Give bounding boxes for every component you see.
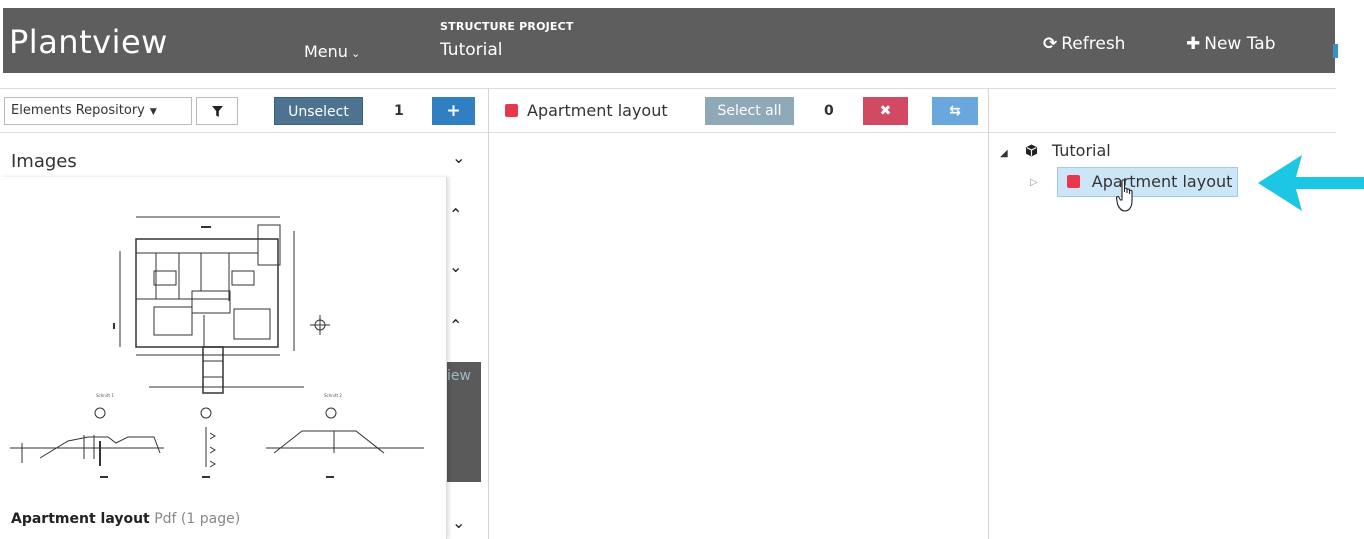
chevron-down-icon: ⌄ <box>350 47 361 60</box>
toolbar-divider <box>988 89 989 134</box>
toolbar: Elements Repository ▼ Unselect 1 + Apartm… <box>0 88 1336 134</box>
plus-icon: ✚ <box>1186 34 1201 54</box>
image-preview-card[interactable]: Schnitt 1 Schnitt 2 Apartment layout Pdf… <box>0 177 447 539</box>
color-swatch-icon <box>1066 175 1080 188</box>
project-name: Tutorial <box>440 40 503 60</box>
swap-icon: ⇆ <box>949 103 961 119</box>
tree-item-selected[interactable]: Apartment layout <box>1056 167 1239 197</box>
plus-icon: + <box>446 101 461 121</box>
arrow-pointer-icon <box>1258 155 1364 211</box>
add-button[interactable]: + <box>432 97 475 125</box>
select-all-button[interactable]: Select all <box>705 97 794 125</box>
menu-button[interactable]: Menu ⌄ <box>304 42 360 61</box>
repository-select[interactable]: Elements Repository ▼ <box>4 97 192 125</box>
selected-item-tag: Apartment layout <box>505 97 668 125</box>
tree-root-item[interactable]: ◢ Tutorial <box>1000 141 1111 160</box>
refresh-button[interactable]: ⟳ Refresh <box>1043 34 1125 54</box>
svg-text:Schnitt 1: Schnitt 1 <box>96 393 114 398</box>
svg-text:Schnitt 2: Schnitt 2 <box>324 393 342 398</box>
panel-divider <box>488 133 489 539</box>
image-caption: Apartment layout Pdf (1 page) <box>11 511 240 527</box>
collapsed-triangle-icon[interactable]: ▷ <box>1030 177 1038 188</box>
filter-icon <box>212 106 223 117</box>
images-heading: Images <box>11 151 77 172</box>
tree-root-label: Tutorial <box>1051 141 1111 160</box>
menu-label: Menu <box>304 42 348 61</box>
color-swatch-icon <box>505 104 518 117</box>
image-title: Apartment layout <box>11 511 150 527</box>
expanded-triangle-icon[interactable]: ◢ <box>1000 148 1008 159</box>
header-partial-control[interactable] <box>1333 44 1338 58</box>
cube-icon <box>1025 144 1037 157</box>
refresh-label: Refresh <box>1061 34 1126 54</box>
refresh-icon: ⟳ <box>1043 34 1058 54</box>
selected-count: 1 <box>394 103 404 119</box>
filter-button[interactable] <box>196 97 238 125</box>
chevron-down-icon[interactable]: ⌄ <box>449 257 462 276</box>
top-header: Plantview Menu ⌄ STRUCTURE PROJECT Tutori… <box>3 8 1338 73</box>
swap-button[interactable]: ⇆ <box>932 97 978 125</box>
image-meta: Pdf (1 page) <box>154 511 241 527</box>
repository-select-value: Elements Repository <box>11 103 145 118</box>
caret-down-icon: ▼ <box>149 107 157 117</box>
close-icon: ✖ <box>879 103 892 119</box>
remove-button[interactable]: ✖ <box>863 97 908 125</box>
hand-cursor-icon <box>1116 179 1133 212</box>
background-button-label: iew <box>447 368 471 384</box>
tree-item-label: Apartment layout <box>1091 172 1233 191</box>
toolbar-divider <box>488 89 489 134</box>
project-kicker: STRUCTURE PROJECT <box>440 20 574 33</box>
unselect-button[interactable]: Unselect <box>274 97 363 125</box>
new-tab-label: New Tab <box>1204 34 1276 54</box>
new-tab-button[interactable]: ✚ New Tab <box>1186 34 1276 54</box>
chevron-down-icon[interactable]: ⌄ <box>452 148 465 167</box>
chevron-up-icon[interactable]: ⌃ <box>449 316 462 335</box>
panel-divider <box>988 133 989 539</box>
floor-plan-thumbnail: Schnitt 1 Schnitt 2 <box>10 216 424 478</box>
app-title[interactable]: Plantview <box>9 23 168 61</box>
chevron-up-icon[interactable]: ⌃ <box>449 205 462 224</box>
right-count: 0 <box>824 103 834 119</box>
selected-item-label: Apartment layout <box>527 101 668 120</box>
chevron-down-icon[interactable]: ⌄ <box>452 513 465 532</box>
